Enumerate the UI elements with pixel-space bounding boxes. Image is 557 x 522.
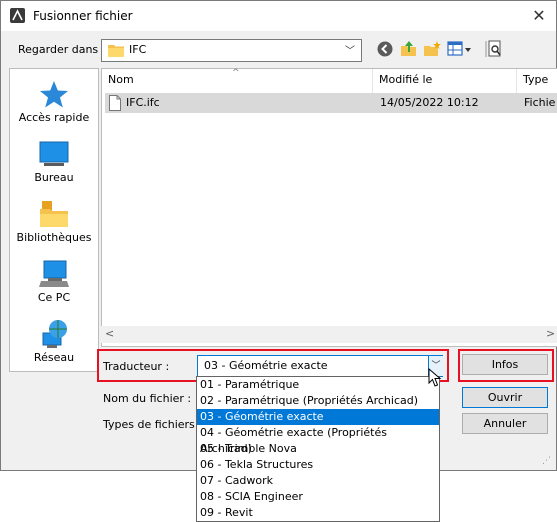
file-list[interactable]: ^ Nom Modifié le Type IFC.ifc 14/05/2022… (101, 68, 557, 347)
translator-option[interactable]: 09 - Revit (197, 505, 439, 521)
close-icon: ✕ (532, 6, 546, 25)
window-title: Fusionner fichier (33, 9, 133, 23)
translator-option[interactable]: 07 - Cadwork (197, 473, 439, 489)
lookin-value: IFC (129, 43, 147, 56)
new-folder-icon[interactable] (423, 40, 441, 58)
lookin-dropdown[interactable]: IFC ﹀ (101, 39, 362, 62)
place-network[interactable]: Réseau (10, 319, 98, 369)
desktop-icon (39, 141, 69, 166)
lookin-label: Regarder dans : (18, 43, 106, 56)
infos-button[interactable]: Infos (462, 354, 548, 375)
translator-option-selected[interactable]: 03 - Géométrie exacte (197, 409, 439, 425)
mouse-cursor-icon (428, 368, 442, 387)
open-button[interactable]: Ouvrir (462, 387, 548, 408)
network-icon (42, 320, 67, 348)
cancel-button[interactable]: Annuler (462, 413, 548, 434)
place-desktop[interactable]: Bureau (10, 139, 98, 189)
place-label: Bibliothèques (16, 231, 92, 244)
file-name: IFC.ifc (126, 96, 160, 109)
translator-option[interactable]: 02 - Paramétrique (Propriétés Archicad) (197, 393, 439, 409)
computer-icon (39, 260, 69, 287)
library-icon (40, 201, 68, 227)
back-icon[interactable] (376, 40, 394, 58)
scroll-left-icon[interactable]: < (105, 327, 114, 340)
places-bar: Accès rapide Bureau Bibliothèques Ce PC … (9, 68, 99, 372)
chevron-down-icon: ﹀ (345, 46, 355, 57)
file-row[interactable]: IFC.ifc 14/05/2022 10:12 Fichie (105, 93, 557, 113)
place-label: Réseau (33, 351, 75, 364)
translator-label: Traducteur : (103, 360, 170, 373)
file-modified: 14/05/2022 10:12 (380, 96, 479, 109)
horizontal-scrollbar[interactable]: < > (101, 326, 557, 343)
translator-option[interactable]: 05 - Trimble Nova (197, 441, 439, 457)
filename-label: Nom du fichier : (103, 392, 192, 405)
translator-dropdown[interactable]: 03 - Géométrie exacte ﹀ (197, 355, 443, 377)
filetype-label: Types de fichiers : (103, 418, 202, 431)
column-header-name[interactable]: ^ Nom (102, 68, 373, 93)
archicad-app-icon (10, 8, 25, 23)
resize-grip-icon[interactable]: ⋰ (542, 456, 551, 466)
file-icon (109, 95, 121, 111)
file-type: Fichie (524, 96, 556, 109)
translator-value: 03 - Géométrie exacte (204, 359, 328, 372)
column-header-modified[interactable]: Modifié le (373, 69, 517, 93)
sort-ascending-icon: ^ (232, 68, 240, 78)
view-menu-icon[interactable] (447, 40, 473, 58)
place-label: Bureau (34, 171, 74, 184)
translator-option[interactable]: 04 - Géométrie exacte (Propriétés Archic… (197, 425, 439, 455)
star-icon (40, 81, 68, 108)
title-bar: Fusionner fichier ✕ (1, 1, 556, 31)
up-folder-icon[interactable] (400, 40, 418, 58)
translator-option[interactable]: 06 - Tekla Structures (197, 457, 439, 473)
place-label: Ce PC (37, 291, 71, 304)
column-header-type[interactable]: Type (517, 69, 557, 93)
place-label: Accès rapide (18, 111, 90, 124)
close-button[interactable]: ✕ (522, 1, 556, 31)
folder-icon (108, 45, 124, 57)
place-this-pc[interactable]: Ce PC (10, 259, 98, 309)
place-libraries[interactable]: Bibliothèques (10, 199, 98, 249)
preview-icon[interactable] (485, 40, 503, 58)
place-quick-access[interactable]: Accès rapide (10, 79, 98, 129)
translator-options-list[interactable]: 01 - Paramétrique 02 - Paramétrique (Pro… (196, 376, 440, 522)
scroll-right-icon[interactable]: > (546, 327, 555, 340)
translator-option[interactable]: 08 - SCIA Engineer (197, 489, 439, 505)
translator-option[interactable]: 01 - Paramétrique (197, 377, 439, 393)
